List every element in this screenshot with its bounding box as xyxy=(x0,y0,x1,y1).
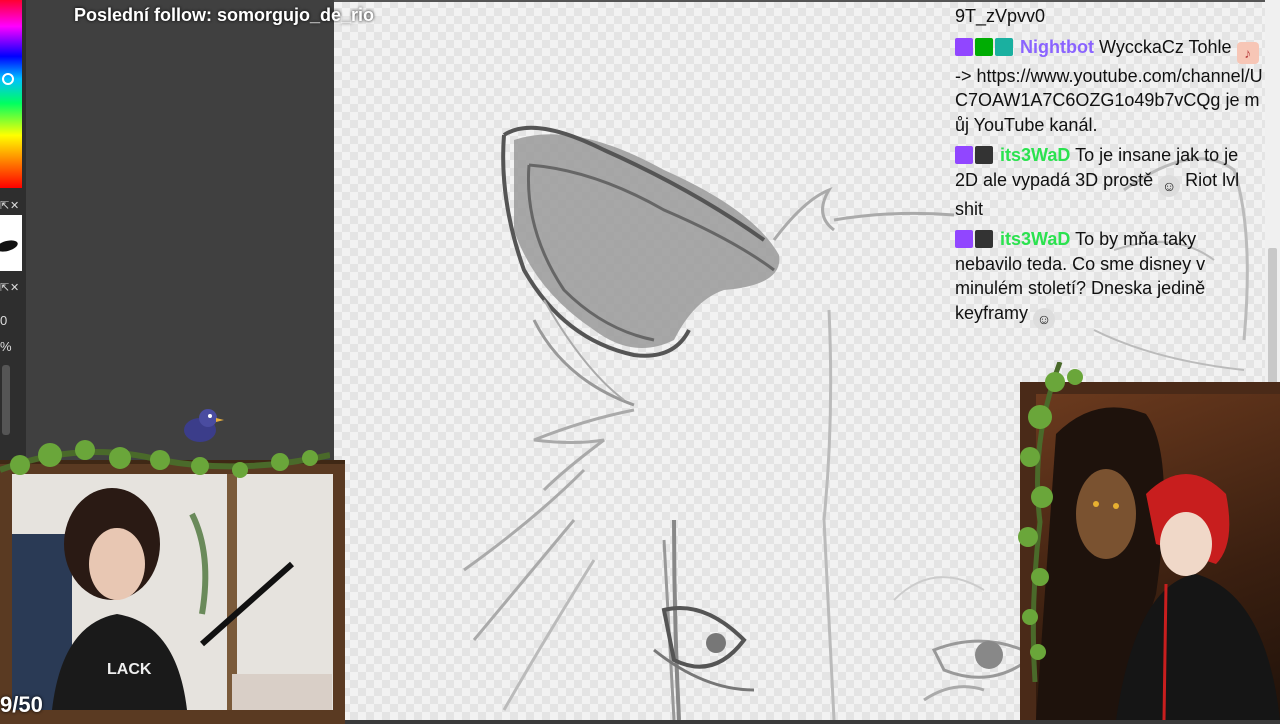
chat-message: its3WaD To je insane jak to je 2D ale vy… xyxy=(955,143,1265,221)
chat-username[interactable]: its3WaD xyxy=(1000,145,1070,165)
chat-message-text: WycckaCz Tohle xyxy=(1099,36,1232,57)
bird-mascot-icon xyxy=(184,409,224,442)
opacity-unit: % xyxy=(0,339,12,354)
sub-badge-icon xyxy=(975,230,993,248)
chat-message: 9T_zVpvv0 xyxy=(955,4,1265,29)
color-hue-slider[interactable] xyxy=(0,0,22,188)
webcam-feed: LACK xyxy=(12,474,333,710)
scrollbar-thumb[interactable] xyxy=(1268,248,1277,388)
canvas-border xyxy=(334,0,1280,2)
panel-scrollbar[interactable] xyxy=(2,365,10,435)
brush-preview xyxy=(0,215,22,271)
bot-badge-icon xyxy=(995,37,1013,56)
chat-message: Nightbot WycckaCz Tohle ♪ -> https://www… xyxy=(955,35,1265,138)
vine-decoration-right xyxy=(1018,362,1083,682)
color-picker-knob[interactable] xyxy=(2,73,14,85)
twitch-badge-icon xyxy=(955,146,973,164)
chat-message-text: -> https://www.youtube.com/channel/UC7OA… xyxy=(955,65,1263,135)
twitch-badge-icon xyxy=(955,37,973,56)
panel-pin-icon[interactable]: ⇱ xyxy=(0,199,9,212)
svg-text:LACK: LACK xyxy=(107,661,152,678)
moderator-badge-icon xyxy=(975,37,993,56)
chat-username[interactable]: Nightbot xyxy=(1020,37,1094,57)
music-emote-icon: ♪ xyxy=(1236,41,1259,64)
goal-counter: 9/50 xyxy=(0,692,43,717)
chat-username[interactable]: its3WaD xyxy=(1000,229,1070,249)
smile-emote-icon: ☺ xyxy=(1158,174,1181,197)
panel-close-icon-2[interactable]: ✕ xyxy=(10,281,19,294)
panel-close-icon[interactable]: ✕ xyxy=(10,199,19,212)
smile-emote-icon: ☺ xyxy=(1033,307,1056,330)
sub-badge-icon xyxy=(975,146,993,164)
chat-message: its3WaD To by mňa taky nebavilo teda. Co… xyxy=(955,227,1265,330)
chat-overlay: 9T_zVpvv0 Nightbot WycckaCz Tohle ♪ -> h… xyxy=(955,4,1265,336)
panel-pin-icon-2[interactable]: ⇱ xyxy=(0,281,9,294)
webcam-scene: LACK xyxy=(12,474,333,710)
twitch-badge-icon xyxy=(955,230,973,248)
last-follow-label: Poslední follow: somorgujo_de_rio xyxy=(74,5,375,25)
brush-size-value: 0 xyxy=(0,313,8,328)
chat-message-text: 9T_zVpvv0 xyxy=(955,6,1046,26)
vine-decoration xyxy=(0,440,330,478)
